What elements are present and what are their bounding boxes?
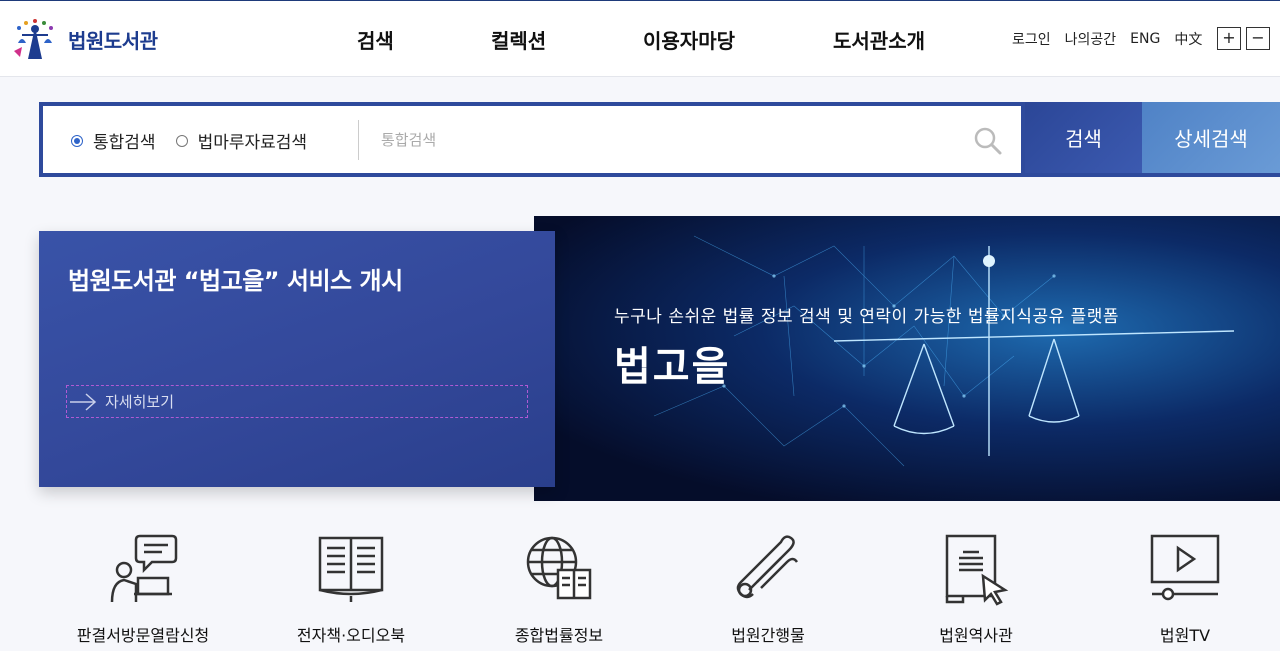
- radio-integrated-search[interactable]: 통합검색: [71, 128, 156, 153]
- search-type-group: 통합검색 법마루자료검색: [71, 128, 327, 153]
- login-link[interactable]: 로그인: [1012, 29, 1051, 49]
- quick-link-label: 법원간행물: [731, 626, 805, 645]
- nav-user-space[interactable]: 이용자마당: [643, 25, 735, 54]
- notice-title: 법원도서관 “법고을” 서비스 개시: [68, 267, 403, 295]
- nav-search[interactable]: 검색: [357, 25, 394, 54]
- quick-link-label: 판결서방문열람신청: [76, 626, 210, 645]
- banner-caption: 누구나 손쉬운 법률 정보 검색 및 연락이 가능한 법률지식공유 플랫폼: [614, 307, 1120, 327]
- scroll-icon: [736, 535, 799, 599]
- view-more-label: 자세히보기: [105, 393, 175, 411]
- radio-selected-icon: [71, 134, 83, 147]
- search-icon[interactable]: [973, 126, 1003, 156]
- quick-link-legal-info[interactable]: 종합법률정보: [469, 532, 649, 646]
- view-more-link[interactable]: 자세히보기: [66, 385, 528, 418]
- banner-image[interactable]: 누구나 손쉬운 법률 정보 검색 및 연락이 가능한 법률지식공유 플랫폼 법고…: [534, 216, 1280, 501]
- arrow-right-icon: [70, 392, 97, 411]
- document-cursor-icon: [945, 534, 1009, 606]
- site-header: 법원도서관 검색 컬렉션 이용자마당 도서관소개 로그인 나의공간 ENG 中文…: [0, 0, 1280, 77]
- quick-link-label: 종합법률정보: [514, 626, 604, 645]
- radio-label: 통합검색: [93, 133, 156, 153]
- search-button[interactable]: 검색: [1025, 102, 1142, 177]
- radio-label: 법마루자료검색: [197, 133, 308, 153]
- search-input[interactable]: [381, 122, 941, 158]
- globe-book-icon: [526, 536, 592, 600]
- radio-bupmaru-search[interactable]: 법마루자료검색: [175, 128, 308, 153]
- my-space-link[interactable]: 나의공간: [1065, 29, 1117, 49]
- tv-play-icon: [1150, 534, 1220, 601]
- logo-text: 법원도서관: [68, 28, 158, 53]
- nav-collection[interactable]: 컬렉션: [491, 25, 546, 54]
- chinese-link[interactable]: 中文: [1174, 29, 1202, 49]
- quick-link-label: 법원TV: [1159, 626, 1211, 645]
- detail-search-button[interactable]: 상세검색: [1142, 102, 1280, 177]
- quick-link-label: 법원역사관: [939, 626, 1013, 645]
- utility-links: 로그인 나의공간 ENG 中文: [1012, 29, 1216, 49]
- quick-link-label: 전자책·오디오북: [296, 626, 406, 645]
- zoom-out-button[interactable]: −: [1246, 27, 1270, 50]
- logo-emblem-icon: [14, 19, 53, 59]
- quick-link-court-tv[interactable]: 법원TV: [1095, 532, 1275, 646]
- nav-library-intro[interactable]: 도서관소개: [833, 25, 925, 54]
- quick-link-judgment-request[interactable]: 판결서방문열람신청: [53, 532, 233, 646]
- radio-unselected-icon: [175, 134, 188, 147]
- zoom-in-button[interactable]: +: [1217, 27, 1241, 50]
- quick-link-publications[interactable]: 법원간행물: [678, 532, 858, 646]
- consult-icon: [110, 534, 178, 603]
- english-link[interactable]: ENG: [1130, 31, 1160, 47]
- banner-title: 법고을: [614, 344, 731, 390]
- search-box: 통합검색 법마루자료검색: [39, 102, 1025, 177]
- quick-link-ebook[interactable]: 전자책·오디오북: [261, 532, 441, 646]
- quick-link-history-museum[interactable]: 법원역사관: [886, 532, 1066, 646]
- site-logo[interactable]: 법원도서관: [8, 13, 158, 65]
- ebook-icon: [318, 536, 384, 602]
- notice-card: 법원도서관 “법고을” 서비스 개시 자세히보기: [39, 231, 555, 487]
- search-divider: [358, 120, 359, 160]
